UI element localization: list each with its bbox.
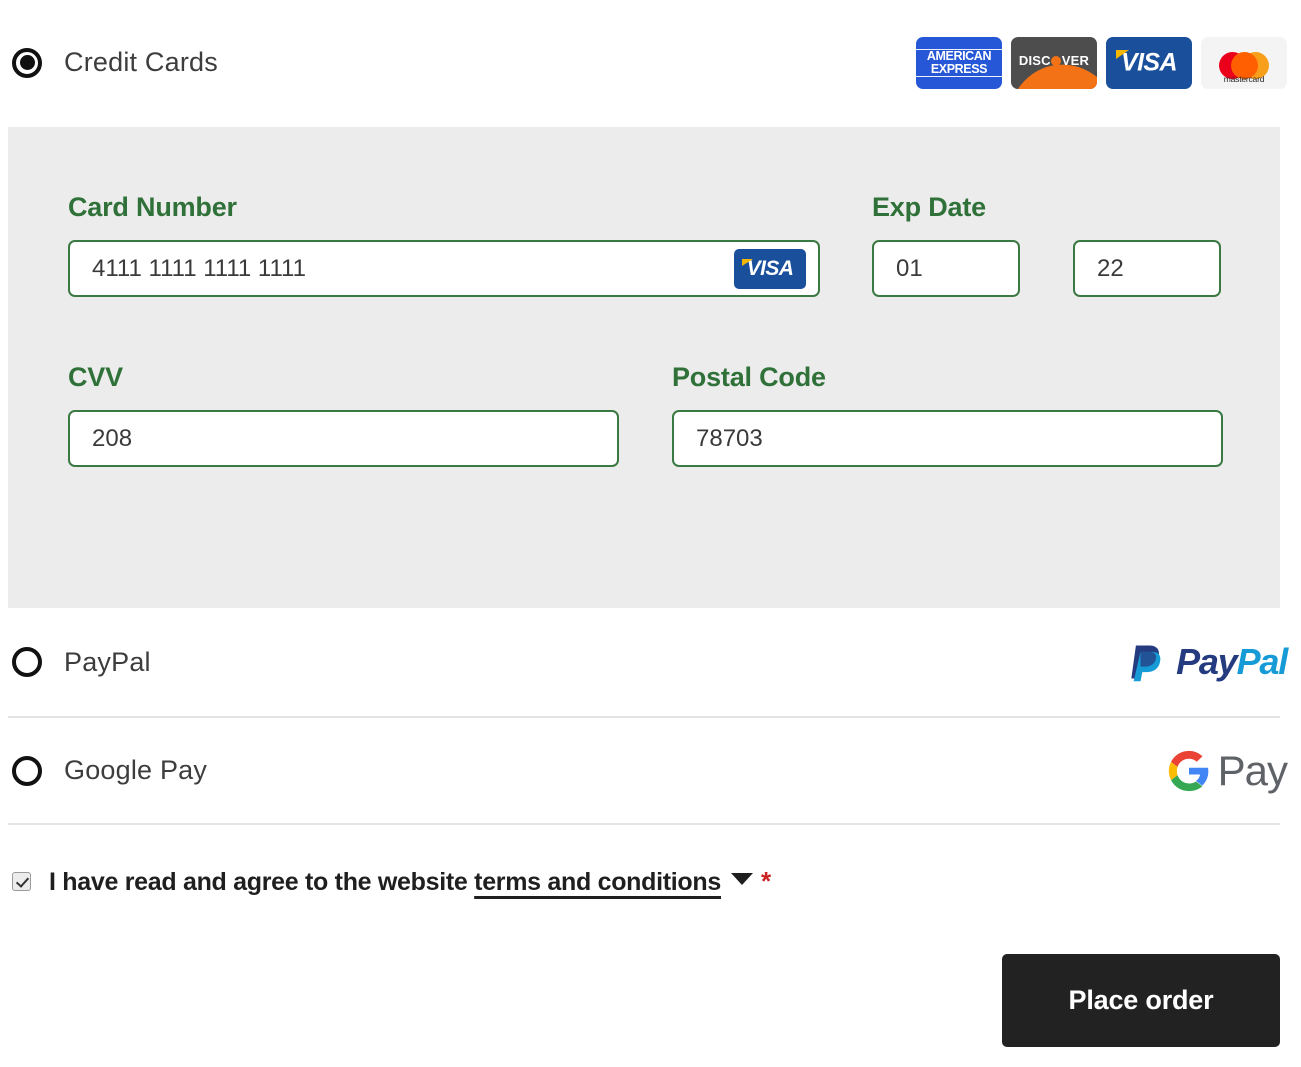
google-pay-logo: Pay	[1167, 746, 1288, 795]
terms-text-before: I have read and agree to the website	[49, 868, 468, 896]
radio-credit-cards[interactable]	[12, 47, 42, 78]
google-pay-option-left: Google Pay	[12, 755, 207, 786]
required-asterisk: *	[760, 866, 771, 896]
credit-card-form-panel: Card Number 4111 1111 1111 1111 VISA Exp…	[8, 127, 1280, 608]
postal-code-value: 78703	[696, 424, 763, 452]
paypal-monogram-icon	[1131, 645, 1161, 682]
exp-month-value: 01	[896, 254, 923, 282]
terms-agreement-row: I have read and agree to the website ter…	[12, 866, 771, 897]
postal-code-label: Postal Code	[672, 362, 826, 392]
cvv-value: 208	[92, 424, 133, 452]
paypal-word-dark: Pay	[1176, 641, 1238, 682]
terms-and-conditions-link[interactable]: terms and conditions	[474, 868, 721, 897]
visa-icon: VISA	[1106, 36, 1192, 89]
paypal-word-light: Pal	[1236, 641, 1289, 682]
payment-option-google-pay[interactable]: Google Pay Pay	[0, 718, 1301, 823]
divider-below-google-pay	[8, 823, 1280, 825]
credit-cards-option-left: Credit Cards	[12, 47, 218, 78]
exp-year-value: 22	[1097, 254, 1124, 282]
postal-code-input[interactable]: 78703	[672, 410, 1223, 467]
google-pay-wordmark: Pay	[1217, 746, 1288, 794]
exp-month-input[interactable]: 01	[872, 240, 1020, 297]
card-number-visa-icon: VISA	[734, 248, 806, 289]
payment-option-credit-cards[interactable]: Credit Cards AMERICAN EXPRESS DISC VER VI…	[0, 0, 1301, 125]
exp-year-input[interactable]: 22	[1073, 240, 1221, 297]
payment-option-label-paypal: PayPal	[64, 646, 151, 677]
mastercard-wordmark: mastercard	[1223, 73, 1265, 84]
discover-icon: DISC VER	[1011, 36, 1097, 89]
paypal-option-left: PayPal	[12, 647, 151, 678]
discover-text-left: DISC	[1018, 52, 1051, 68]
paypal-logo: PayPal	[1124, 640, 1289, 684]
amex-line-2: EXPRESS	[916, 62, 1002, 76]
card-number-label: Card Number	[68, 192, 237, 222]
discover-text-right: VER	[1061, 52, 1090, 68]
payment-option-label-google-pay: Google Pay	[64, 755, 208, 785]
radio-paypal[interactable]	[12, 647, 42, 677]
card-number-input[interactable]: 4111 1111 1111 1111 VISA	[68, 240, 820, 297]
american-express-icon: AMERICAN EXPRESS	[916, 36, 1002, 89]
payment-option-paypal[interactable]: PayPal PayPal	[0, 608, 1301, 716]
chevron-down-icon[interactable]	[730, 872, 753, 885]
accepted-card-brands: AMERICAN EXPRESS DISC VER VISA mastercard	[916, 36, 1287, 89]
place-order-button[interactable]: Place order	[1002, 954, 1280, 1047]
terms-text: I have read and agree to the website ter…	[49, 866, 771, 897]
google-g-icon	[1168, 750, 1208, 791]
cvv-label: CVV	[68, 362, 123, 392]
exp-date-label: Exp Date	[872, 192, 986, 222]
terms-checkbox[interactable]	[12, 872, 31, 891]
card-number-value: 4111 1111 1111 1111	[92, 254, 306, 282]
paypal-wordmark: PayPal	[1176, 641, 1289, 683]
mastercard-icon: mastercard	[1201, 36, 1287, 89]
radio-google-pay[interactable]	[12, 755, 42, 786]
cvv-input[interactable]: 208	[68, 410, 619, 467]
payment-option-label-credit-cards: Credit Cards	[64, 47, 218, 77]
